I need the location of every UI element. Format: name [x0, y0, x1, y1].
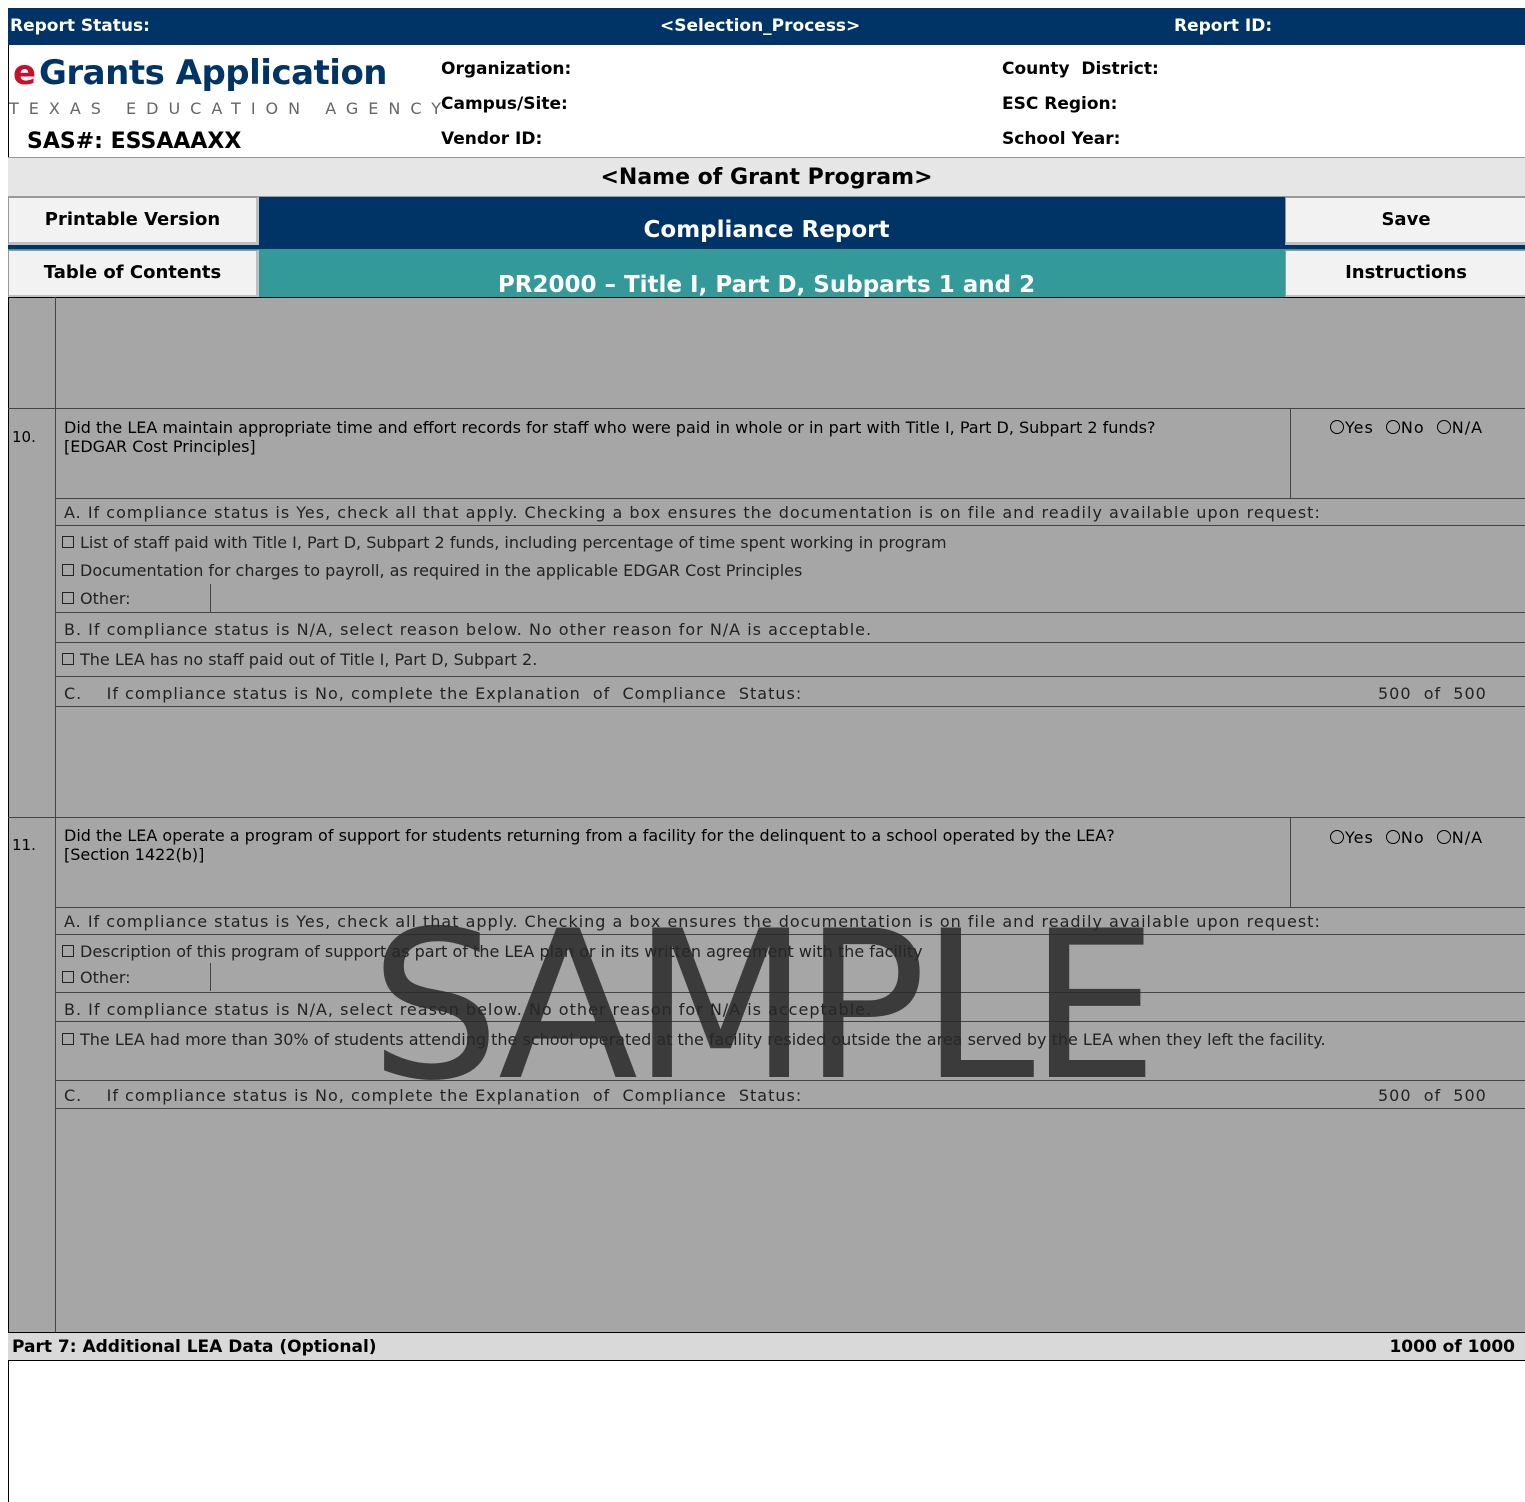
explanation-textbox[interactable]	[56, 1109, 1525, 1331]
question-text-body: Did the LEA maintain appropriate time an…	[64, 418, 1156, 437]
checkbox-icon[interactable]	[62, 971, 74, 983]
checkbox-icon[interactable]	[62, 536, 74, 548]
sas-number: SAS#: ESSAAAXX	[27, 129, 242, 154]
section-c-instruction: C. If compliance status is No, complete …	[64, 684, 803, 703]
question-number: 11.	[12, 836, 36, 854]
campus-label: Campus/Site:	[441, 94, 568, 114]
instructions-button[interactable]: Instructions	[1285, 250, 1525, 298]
checkbox-icon[interactable]	[62, 945, 74, 957]
checkbox-item[interactable]: Documentation for charges to payroll, as…	[62, 561, 802, 580]
organization-label: Organization:	[441, 59, 572, 79]
additional-data-textbox[interactable]	[8, 1361, 1525, 1502]
question-text: Did the LEA operate a program of support…	[64, 826, 1286, 864]
compliance-radio-group: Yes No N/A	[1330, 828, 1483, 847]
explanation-textbox[interactable]	[56, 707, 1525, 817]
checkbox-item[interactable]: The LEA has no staff paid out of Title I…	[62, 650, 537, 669]
radio-na[interactable]: N/A	[1436, 828, 1483, 847]
other-text-field[interactable]	[210, 584, 1525, 612]
report-id-label: Report ID:	[1174, 16, 1273, 36]
report-header: e Grants Application TEXAS EDUCATION AGE…	[8, 45, 1525, 157]
checkbox-icon[interactable]	[62, 564, 74, 576]
printable-version-button[interactable]: Printable Version	[8, 197, 259, 245]
grant-program-name: <Name of Grant Program>	[8, 157, 1525, 197]
part7-counter: 1000 of 1000	[1389, 1337, 1515, 1357]
save-button[interactable]: Save	[1285, 197, 1525, 245]
checkbox-icon[interactable]	[62, 653, 74, 665]
radio-no[interactable]: No	[1385, 418, 1425, 437]
character-counter: 500 of 500	[1378, 684, 1487, 703]
question-citation: [Section 1422(b)]	[64, 845, 205, 864]
report-status-bar: Report Status: <Selection_Process> Repor…	[8, 8, 1525, 45]
compliance-radio-group: Yes No N/A	[1330, 418, 1483, 437]
vendor-id-label: Vendor ID:	[441, 129, 543, 149]
radio-yes[interactable]: Yes	[1330, 418, 1374, 437]
character-counter: 500 of 500	[1378, 1086, 1487, 1105]
report-status-label: Report Status:	[10, 16, 150, 36]
selection-process: <Selection_Process>	[660, 16, 861, 36]
logo-e: e	[13, 53, 37, 93]
checkbox-item[interactable]: List of staff paid with Title I, Part D,…	[62, 533, 947, 552]
county-district-label: County District:	[1002, 59, 1159, 79]
school-year-label: School Year:	[1002, 129, 1121, 149]
checkbox-other[interactable]: Other:	[62, 589, 131, 608]
logo-subtitle: TEXAS EDUCATION AGENCY	[9, 99, 451, 118]
radio-no[interactable]: No	[1385, 828, 1425, 847]
radio-na[interactable]: N/A	[1436, 418, 1483, 437]
radio-yes[interactable]: Yes	[1330, 828, 1374, 847]
question-number: 10.	[12, 428, 36, 446]
esc-region-label: ESC Region:	[1002, 94, 1118, 114]
question-text: Did the LEA maintain appropriate time an…	[64, 418, 1286, 456]
section-a-instruction: A. If compliance status is Yes, check al…	[64, 503, 1321, 522]
previous-explanation-textbox[interactable]	[56, 298, 1525, 408]
part7-header: Part 7: Additional LEA Data (Optional) 1…	[8, 1332, 1525, 1361]
question-text-body: Did the LEA operate a program of support…	[64, 826, 1115, 845]
checkbox-icon[interactable]	[62, 592, 74, 604]
part7-label: Part 7: Additional LEA Data (Optional)	[12, 1337, 377, 1357]
section-b-instruction: B. If compliance status is N/A, select r…	[64, 620, 873, 639]
checkbox-icon[interactable]	[62, 1033, 74, 1045]
question-citation: [EDGAR Cost Principles]	[64, 437, 256, 456]
logo-title: Grants Application	[39, 53, 388, 93]
table-of-contents-button[interactable]: Table of Contents	[8, 250, 259, 298]
checkbox-other[interactable]: Other:	[62, 968, 131, 987]
sample-watermark: SAMPLE	[370, 888, 1158, 1126]
